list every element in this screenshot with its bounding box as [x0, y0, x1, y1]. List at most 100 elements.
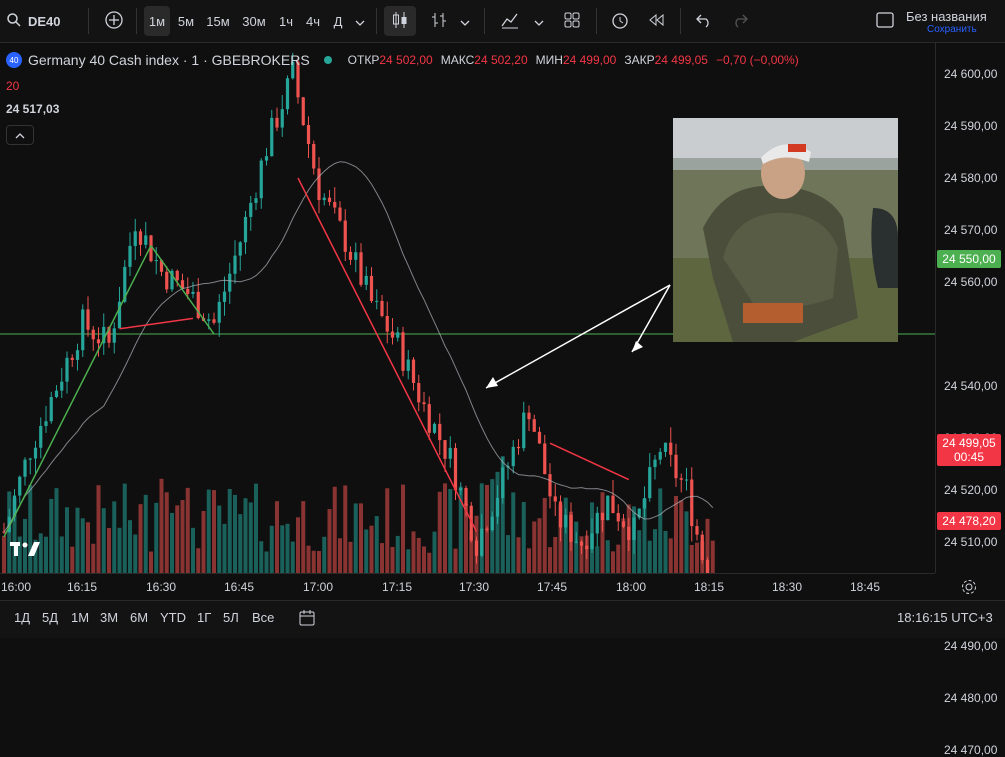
interval-30m[interactable]: 30м: [238, 6, 270, 36]
candle-body: [432, 423, 437, 433]
volume-bar: [154, 502, 159, 573]
layout-menu-button[interactable]: [872, 6, 898, 36]
volume-bar: [553, 536, 558, 573]
close-value: 24 499,05: [654, 53, 708, 67]
redo-button[interactable]: [726, 6, 754, 36]
collapse-legend-button[interactable]: [6, 125, 34, 145]
candle-body: [527, 412, 531, 420]
time-tick-label: 17:30: [458, 580, 490, 594]
candle-body: [364, 275, 368, 285]
candle-body: [154, 260, 158, 262]
interval-5m[interactable]: 5м: [172, 6, 200, 36]
volume-bar: [117, 527, 122, 573]
candle-body: [39, 425, 43, 448]
range-1m[interactable]: 1М: [71, 610, 89, 625]
volume-bar: [600, 492, 605, 573]
clock-timezone[interactable]: 18:16:15 UTC+3: [897, 610, 993, 625]
range-6m[interactable]: 6М: [130, 610, 148, 625]
tradingview-logo[interactable]: [10, 540, 42, 563]
candle-body: [70, 357, 74, 360]
candle-body: [191, 291, 195, 294]
bar-chart-type-icon: [429, 10, 449, 33]
volume-bar: [96, 485, 101, 573]
symbol-title[interactable]: Germany 40 Cash index · 1 · GBEBROKERS: [28, 52, 310, 68]
chart-type-dropdown[interactable]: [456, 6, 474, 36]
volume-bar: [75, 507, 80, 573]
arrow-head: [632, 341, 643, 352]
interval-1h[interactable]: 1ч: [274, 6, 298, 36]
interval-1m[interactable]: 1м: [144, 6, 170, 36]
interval-dropdown[interactable]: [350, 6, 370, 36]
layout-title[interactable]: Без названия: [906, 9, 987, 24]
range-1d[interactable]: 1Д: [14, 610, 30, 625]
volume-bar: [59, 536, 64, 573]
save-link[interactable]: Сохранить: [927, 24, 977, 35]
volume-bar: [679, 500, 684, 573]
volume-bar: [411, 531, 416, 573]
volume-bar: [2, 535, 6, 573]
chevron-up-icon: [15, 126, 25, 144]
volume-bar: [511, 492, 516, 573]
low-value: 24 499,00: [562, 53, 617, 67]
undo-icon: [695, 11, 713, 32]
candle-body: [537, 431, 542, 444]
volume-bar: [317, 550, 321, 573]
ma-value: 24 517,03: [6, 102, 60, 116]
volume-bar: [584, 535, 589, 573]
volume-bar: [548, 547, 552, 573]
goto-date-button[interactable]: [298, 609, 316, 632]
volume-bar: [112, 501, 117, 573]
volume-bar: [175, 505, 180, 573]
candle-body: [611, 495, 615, 514]
interval-15m[interactable]: 15м: [202, 6, 234, 36]
candles-chart-type-button[interactable]: [384, 6, 416, 36]
volume-bar: [574, 521, 579, 573]
volume-bar: [500, 456, 505, 573]
candle-body: [23, 459, 27, 477]
volume-bar: [101, 508, 106, 573]
replay-button[interactable]: [642, 6, 670, 36]
time-tick-label: 17:15: [381, 580, 413, 594]
change-value: −0,70 (−0,00%): [715, 53, 799, 67]
range-5y[interactable]: 5Л: [223, 610, 239, 625]
candle-body: [359, 252, 363, 285]
volume-bar: [621, 518, 626, 573]
high-label: МАКС: [440, 53, 475, 67]
range-1y[interactable]: 1Г: [197, 610, 211, 625]
ma-period[interactable]: 20: [6, 79, 19, 93]
range-ytd[interactable]: YTD: [160, 610, 186, 625]
candle-body: [333, 201, 337, 208]
indicators-menu-button[interactable]: [496, 6, 524, 36]
volume-bar: [369, 525, 374, 573]
time-tick-label: 16:30: [145, 580, 177, 594]
candle-body: [616, 513, 620, 522]
candle-body: [280, 109, 284, 128]
layouts-button[interactable]: [558, 6, 586, 36]
volume-bar: [359, 503, 363, 573]
undo-button[interactable]: [690, 6, 718, 36]
alert-button[interactable]: [606, 6, 634, 36]
open-label: ОТКР: [347, 53, 380, 67]
volume-bar: [285, 523, 290, 573]
interval-day[interactable]: Д: [328, 6, 348, 36]
range-all[interactable]: Все: [252, 610, 274, 625]
compare-symbol-button[interactable]: [100, 6, 128, 36]
candle-body: [222, 291, 227, 302]
volume-bar: [159, 478, 164, 573]
candle-body: [81, 309, 85, 351]
volume-bar: [695, 542, 699, 573]
interval-4h[interactable]: 4ч: [300, 6, 326, 36]
volume-bar: [532, 521, 537, 573]
volume-bar: [70, 546, 75, 573]
volume-bar: [164, 492, 169, 573]
candle-body: [306, 125, 311, 145]
indicators-dropdown[interactable]: [530, 6, 548, 36]
candle-body: [669, 442, 673, 455]
price-tick-label: 24 510,00: [944, 535, 998, 549]
chart-settings-button[interactable]: [960, 578, 980, 598]
symbol-search-button[interactable]: DE40: [6, 6, 76, 36]
range-3m[interactable]: 3М: [100, 610, 118, 625]
indicators-button[interactable]: [426, 6, 452, 36]
range-5d[interactable]: 5Д: [42, 610, 58, 625]
volume-bar: [605, 540, 610, 573]
